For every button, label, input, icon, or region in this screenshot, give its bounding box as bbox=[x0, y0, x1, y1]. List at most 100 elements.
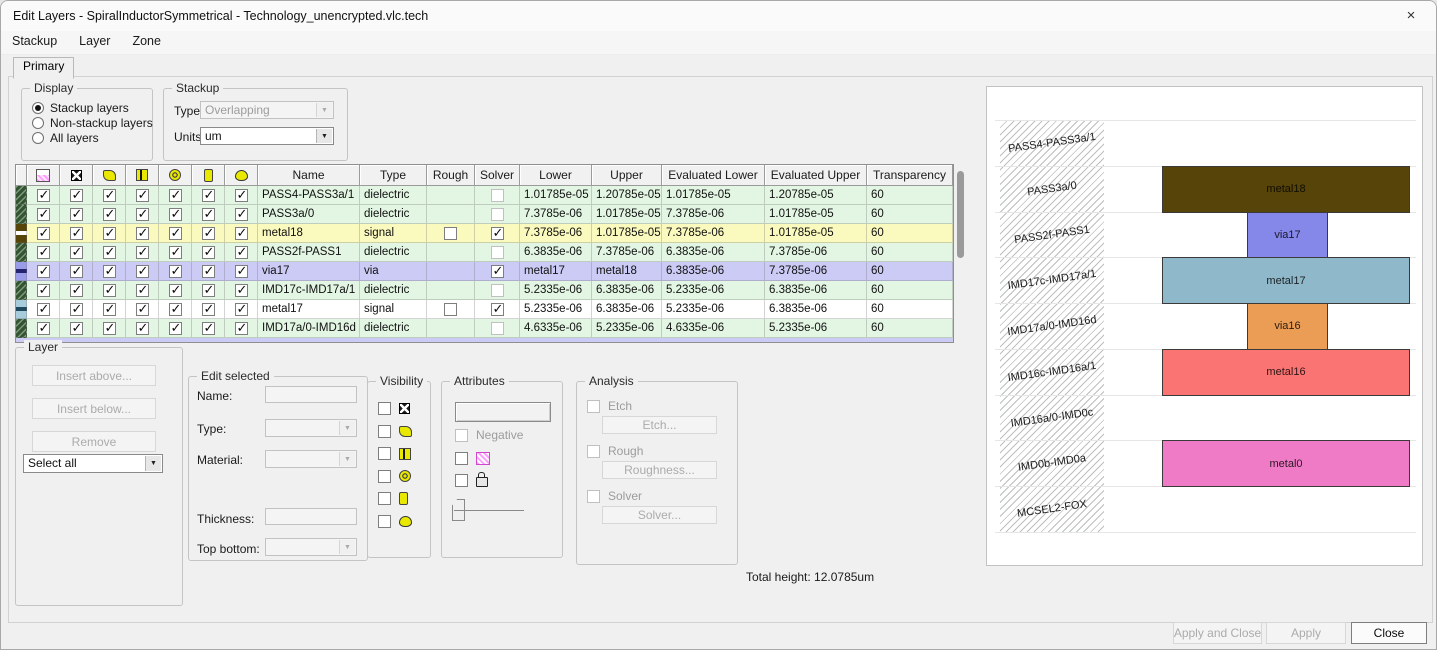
layer-visibility-checkbox[interactable] bbox=[102, 320, 116, 336]
layer-visibility-checkbox[interactable] bbox=[168, 225, 182, 241]
layer-visibility-checkbox[interactable] bbox=[234, 282, 248, 298]
layer-visibility-checkbox[interactable] bbox=[234, 320, 248, 336]
layer-visibility-checkbox[interactable] bbox=[69, 301, 83, 317]
display-option-row[interactable]: Stackup layers bbox=[32, 101, 129, 115]
layer-visibility-checkbox[interactable] bbox=[135, 206, 149, 222]
radio-button[interactable] bbox=[32, 117, 44, 129]
layer-visibility-checkbox[interactable] bbox=[69, 187, 83, 203]
layer-visibility-checkbox[interactable] bbox=[36, 301, 50, 317]
remove-button[interactable]: Remove bbox=[32, 431, 156, 452]
rough-checkbox[interactable] bbox=[444, 226, 457, 240]
layer-visibility-checkbox[interactable] bbox=[234, 206, 248, 222]
table-row[interactable]: IMD17a/0-IMD16ddielectric4.6335e-065.233… bbox=[16, 319, 953, 338]
layer-visibility-checkbox[interactable] bbox=[201, 301, 215, 317]
layer-visibility-checkbox[interactable] bbox=[135, 225, 149, 241]
layer-visibility-checkbox[interactable] bbox=[234, 301, 248, 317]
stackup-units-combo[interactable]: um ▼ bbox=[200, 127, 334, 145]
close-icon[interactable]: × bbox=[1402, 7, 1420, 24]
layer-visibility-checkbox[interactable] bbox=[201, 206, 215, 222]
layer-visibility-checkbox[interactable] bbox=[135, 282, 149, 298]
menu-layer[interactable]: Layer bbox=[68, 31, 121, 48]
layer-visibility-checkbox[interactable] bbox=[102, 187, 116, 203]
layer-visibility-checkbox[interactable] bbox=[69, 282, 83, 298]
apply-and-close-button[interactable]: Apply and Close bbox=[1173, 622, 1262, 644]
lock-checkbox[interactable] bbox=[455, 473, 468, 487]
layer-visibility-checkbox[interactable] bbox=[135, 244, 149, 260]
table-row[interactable]: PASS2f-PASS1dielectric6.3835e-067.3785e-… bbox=[16, 243, 953, 262]
display-option-row[interactable]: Non-stackup layers bbox=[32, 116, 153, 130]
solver-checkbox[interactable] bbox=[490, 263, 504, 279]
layer-visibility-checkbox[interactable] bbox=[234, 244, 248, 260]
layer-visibility-checkbox[interactable] bbox=[69, 225, 83, 241]
layer-visibility-checkbox[interactable] bbox=[201, 282, 215, 298]
menu-stackup[interactable]: Stackup bbox=[1, 31, 68, 48]
layer-visibility-checkbox[interactable] bbox=[234, 225, 248, 241]
table-row[interactable]: metal17signal5.2335e-066.3835e-065.2335e… bbox=[16, 300, 953, 319]
table-row[interactable]: IMD17c-IMD17a/1dielectric5.2335e-066.383… bbox=[16, 281, 953, 300]
layer-visibility-checkbox[interactable] bbox=[201, 244, 215, 260]
layer-select-combo[interactable]: Select all ▼ bbox=[23, 454, 163, 473]
layer-visibility-checkbox[interactable] bbox=[69, 320, 83, 336]
layer-visibility-checkbox[interactable] bbox=[36, 187, 50, 203]
layer-visibility-checkbox[interactable] bbox=[201, 187, 215, 203]
layer-visibility-checkbox[interactable] bbox=[234, 187, 248, 203]
display-option-row[interactable]: All layers bbox=[32, 131, 99, 145]
layer-visibility-checkbox[interactable] bbox=[69, 206, 83, 222]
transparency-slider-track[interactable] bbox=[454, 510, 524, 511]
visibility-toggle-checkbox[interactable] bbox=[378, 402, 391, 415]
apply-button[interactable]: Apply bbox=[1266, 622, 1346, 644]
layer-visibility-checkbox[interactable] bbox=[102, 225, 116, 241]
layer-visibility-checkbox[interactable] bbox=[135, 301, 149, 317]
layer-visibility-checkbox[interactable] bbox=[36, 282, 50, 298]
layer-visibility-checkbox[interactable] bbox=[102, 263, 116, 279]
table-row[interactable]: via17via metal17metal186.3835e-067.3785e-… bbox=[16, 262, 953, 281]
solver-checkbox[interactable] bbox=[490, 301, 504, 317]
layer-visibility-checkbox[interactable] bbox=[168, 244, 182, 260]
column-header-circle-icon[interactable] bbox=[159, 165, 192, 186]
layers-table-partial-row[interactable] bbox=[15, 338, 954, 343]
layer-visibility-checkbox[interactable] bbox=[135, 187, 149, 203]
layer-visibility-checkbox[interactable] bbox=[36, 244, 50, 260]
solver-checkbox[interactable] bbox=[490, 207, 504, 221]
solver-checkbox[interactable] bbox=[490, 283, 504, 297]
column-header-bug-icon[interactable] bbox=[225, 165, 258, 186]
radio-button[interactable] bbox=[32, 132, 44, 144]
layer-visibility-checkbox[interactable] bbox=[135, 320, 149, 336]
solver-checkbox[interactable] bbox=[490, 225, 504, 241]
visibility-toggle-checkbox[interactable] bbox=[378, 492, 391, 505]
column-header-polygon-icon[interactable] bbox=[93, 165, 126, 186]
layer-visibility-checkbox[interactable] bbox=[168, 320, 182, 336]
insert-above-button[interactable]: Insert above... bbox=[32, 365, 156, 386]
etch-button[interactable]: Etch... bbox=[602, 416, 717, 434]
layer-visibility-checkbox[interactable] bbox=[168, 301, 182, 317]
layer-visibility-checkbox[interactable] bbox=[201, 263, 215, 279]
column-header-path-icon[interactable] bbox=[126, 165, 159, 186]
layer-visibility-checkbox[interactable] bbox=[69, 263, 83, 279]
layer-visibility-checkbox[interactable] bbox=[201, 225, 215, 241]
layer-visibility-checkbox[interactable] bbox=[36, 320, 50, 336]
layer-visibility-checkbox[interactable] bbox=[102, 206, 116, 222]
insert-below-button[interactable]: Insert below... bbox=[32, 398, 156, 419]
table-row[interactable]: metal18signal7.3785e-061.01785e-057.3785… bbox=[16, 224, 953, 243]
layer-visibility-checkbox[interactable] bbox=[102, 301, 116, 317]
layer-visibility-checkbox[interactable] bbox=[168, 282, 182, 298]
column-header-pattern-icon[interactable] bbox=[27, 165, 60, 186]
solver-button[interactable]: Solver... bbox=[602, 506, 717, 524]
layer-visibility-checkbox[interactable] bbox=[69, 244, 83, 260]
layer-visibility-checkbox[interactable] bbox=[36, 263, 50, 279]
layer-visibility-checkbox[interactable] bbox=[135, 263, 149, 279]
layer-visibility-checkbox[interactable] bbox=[168, 263, 182, 279]
visibility-toggle-checkbox[interactable] bbox=[378, 469, 391, 483]
tab-primary[interactable]: Primary bbox=[13, 57, 75, 79]
close-button[interactable]: Close bbox=[1351, 622, 1427, 644]
table-row[interactable]: PASS3a/0dielectric7.3785e-061.01785e-057… bbox=[16, 205, 953, 224]
solver-checkbox[interactable] bbox=[490, 245, 504, 259]
layer-visibility-checkbox[interactable] bbox=[201, 320, 215, 336]
layer-visibility-checkbox[interactable] bbox=[168, 187, 182, 203]
layer-visibility-checkbox[interactable] bbox=[102, 244, 116, 260]
table-row[interactable]: PASS4-PASS3a/1dielectric1.01785e-051.207… bbox=[16, 186, 953, 205]
layer-visibility-checkbox[interactable] bbox=[36, 206, 50, 222]
solver-checkbox[interactable] bbox=[490, 188, 504, 202]
layer-visibility-checkbox[interactable] bbox=[102, 282, 116, 298]
column-header-pin-icon[interactable] bbox=[192, 165, 225, 186]
